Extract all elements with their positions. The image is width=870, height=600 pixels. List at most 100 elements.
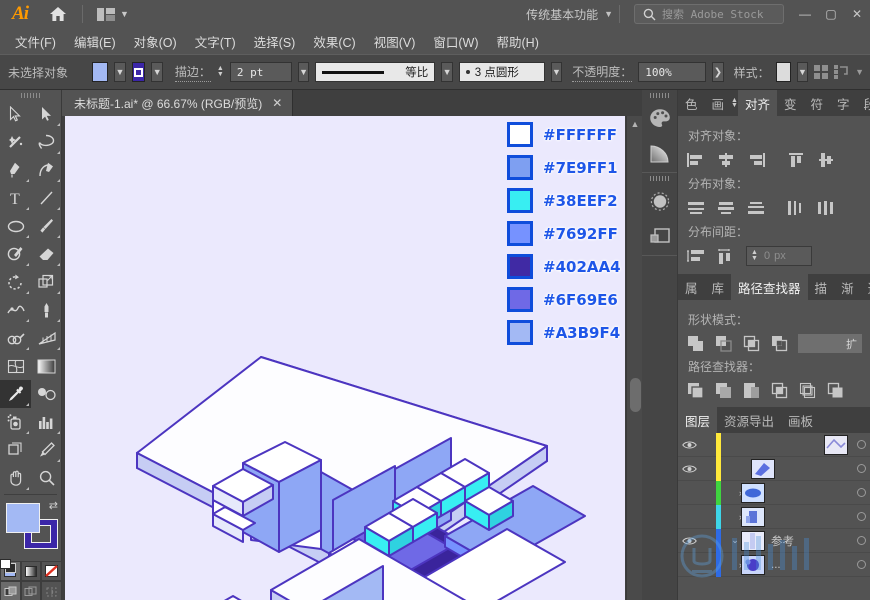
brush-chevron-down-icon[interactable]: ▼ — [550, 62, 563, 82]
column-graph-tool[interactable] — [31, 408, 62, 436]
rotate-tool[interactable] — [0, 268, 31, 296]
tab-character[interactable]: 字 — [830, 90, 857, 116]
selection-tool[interactable] — [0, 100, 31, 128]
menu-item-type[interactable]: 文字(T) — [186, 30, 245, 53]
distribute-spacing-input[interactable]: ▲ ▼ 0 px — [746, 246, 812, 266]
draw-behind-icon[interactable] — [20, 581, 42, 600]
menu-item-object[interactable]: 对象(O) — [125, 30, 186, 53]
canvas-vertical-scrollbar[interactable]: ▲ — [626, 116, 642, 600]
search-input[interactable]: 搜索 Adobe Stock — [634, 4, 784, 24]
tab-transparency[interactable]: 透 — [861, 274, 870, 300]
close-button[interactable]: ✕ — [844, 0, 870, 28]
intersect-icon[interactable] — [742, 334, 761, 353]
align-vertical-center-icon[interactable] — [816, 150, 836, 170]
distribute-vertical-space-icon[interactable] — [686, 246, 706, 266]
shaper-tool[interactable] — [0, 240, 31, 268]
menu-item-edit[interactable]: 编辑(E) — [65, 30, 125, 53]
stroke-weight-stepper[interactable]: ▲ ▼ — [217, 62, 224, 82]
artboard-tool[interactable] — [0, 436, 31, 464]
panel-collapse-icon[interactable]: ▲ ▼ — [731, 90, 738, 116]
zoom-tool[interactable] — [31, 464, 62, 492]
unite-icon[interactable] — [686, 334, 705, 353]
eyedropper-tool[interactable] — [0, 380, 31, 408]
menu-item-help[interactable]: 帮助(H) — [488, 30, 548, 53]
brushes-panel-icon[interactable] — [642, 183, 678, 219]
crop-icon[interactable] — [770, 381, 789, 400]
color-panel-icon[interactable] — [642, 100, 678, 136]
arrange-icon[interactable] — [834, 65, 849, 79]
tab-artboards[interactable]: 画板 — [781, 407, 820, 433]
brush-definition-select[interactable]: 3 点圆形 — [458, 62, 545, 82]
stroke-weight-input[interactable]: 2 pt — [229, 62, 292, 82]
fill-dropdown-chevron-down-icon[interactable]: ▼ — [114, 62, 126, 82]
tab-asset-export[interactable]: 资源导出 — [717, 407, 781, 433]
free-transform-tool[interactable] — [31, 296, 62, 324]
width-profile-chevron-down-icon[interactable]: ▼ — [441, 62, 453, 82]
eraser-tool[interactable] — [31, 240, 62, 268]
table-row[interactable]: › — [678, 504, 870, 529]
scrollbar-thumb[interactable] — [630, 378, 641, 412]
exclude-icon[interactable] — [770, 334, 789, 353]
target-circle-icon[interactable] — [852, 488, 870, 497]
shape-builder-tool[interactable] — [0, 324, 31, 352]
gradient-mode-button[interactable] — [20, 561, 42, 581]
maximize-button[interactable]: ▢ — [818, 0, 844, 28]
stroke-weight-label[interactable]: 描边： — [174, 63, 211, 82]
target-circle-icon[interactable] — [852, 440, 870, 449]
table-row[interactable]: › — [678, 480, 870, 505]
scale-tool[interactable] — [31, 268, 62, 296]
target-circle-icon[interactable] — [852, 560, 870, 569]
table-row[interactable]: › ... — [678, 552, 870, 577]
mesh-tool[interactable] — [0, 352, 31, 380]
chevron-up-icon[interactable]: ▲ — [627, 116, 642, 132]
slice-tool[interactable] — [31, 436, 62, 464]
paintbrush-tool[interactable] — [31, 212, 62, 240]
none-mode-button[interactable] — [41, 561, 62, 581]
arrange-documents-button[interactable]: ▼ — [89, 0, 137, 28]
eye-icon[interactable] — [678, 464, 700, 474]
perspective-grid-tool[interactable] — [31, 324, 62, 352]
minus-back-icon[interactable] — [826, 381, 845, 400]
tab-color[interactable]: 色 — [678, 90, 705, 116]
stroke-weight-chevron-down-icon[interactable]: ▼ — [297, 62, 310, 82]
gradient-tool[interactable] — [31, 352, 62, 380]
close-icon[interactable]: ✕ — [272, 96, 282, 110]
trim-icon[interactable] — [714, 381, 733, 400]
lasso-tool[interactable] — [31, 128, 62, 156]
disclosure-triangle-icon[interactable]: › — [721, 464, 754, 474]
tab-pathfinder[interactable]: 路径查找器 — [731, 274, 808, 300]
disclosure-triangle-icon[interactable]: › — [721, 560, 742, 570]
stroke-color-swatch[interactable] — [131, 62, 146, 82]
draw-inside-icon[interactable] — [41, 581, 62, 600]
eye-icon[interactable] — [678, 440, 700, 450]
direct-selection-tool[interactable] — [31, 100, 62, 128]
draw-normal-icon[interactable] — [0, 581, 21, 600]
disclosure-triangle-icon[interactable]: ⌄ — [721, 535, 741, 546]
tab-stroke[interactable]: 描 — [808, 274, 835, 300]
align-right-icon[interactable] — [746, 150, 766, 170]
disclosure-triangle-icon[interactable]: › — [721, 512, 742, 522]
opacity-label[interactable]: 不透明度： — [572, 63, 633, 82]
opacity-chevron-right-icon[interactable]: ❯ — [712, 62, 724, 82]
tab-properties[interactable]: 属 — [678, 274, 705, 300]
merge-icon[interactable] — [742, 381, 761, 400]
menu-item-window[interactable]: 窗口(W) — [424, 30, 487, 53]
fill-color-swatch[interactable] — [92, 62, 109, 82]
target-circle-icon[interactable] — [852, 512, 870, 521]
chevron-down-icon[interactable]: ▼ — [855, 67, 864, 77]
tab-symbols[interactable]: 符 — [804, 90, 831, 116]
distribute-vertical-bottom-icon[interactable] — [746, 198, 766, 218]
rail-grip[interactable] — [642, 90, 677, 100]
tab-gradient[interactable]: 渐 — [834, 274, 861, 300]
distribute-vertical-center-icon[interactable] — [716, 198, 736, 218]
align-left-icon[interactable] — [686, 150, 706, 170]
eye-icon[interactable] — [678, 536, 700, 546]
minus-front-icon[interactable] — [714, 334, 733, 353]
graphic-style-swatch[interactable] — [775, 62, 791, 82]
tools-panel-grip[interactable] — [0, 90, 61, 100]
layer-name[interactable]: ... — [765, 559, 852, 571]
align-top-icon[interactable] — [786, 150, 806, 170]
tab-align[interactable]: 对齐 — [737, 90, 777, 116]
tab-libraries[interactable]: 库 — [705, 274, 732, 300]
menu-item-view[interactable]: 视图(V) — [365, 30, 425, 53]
